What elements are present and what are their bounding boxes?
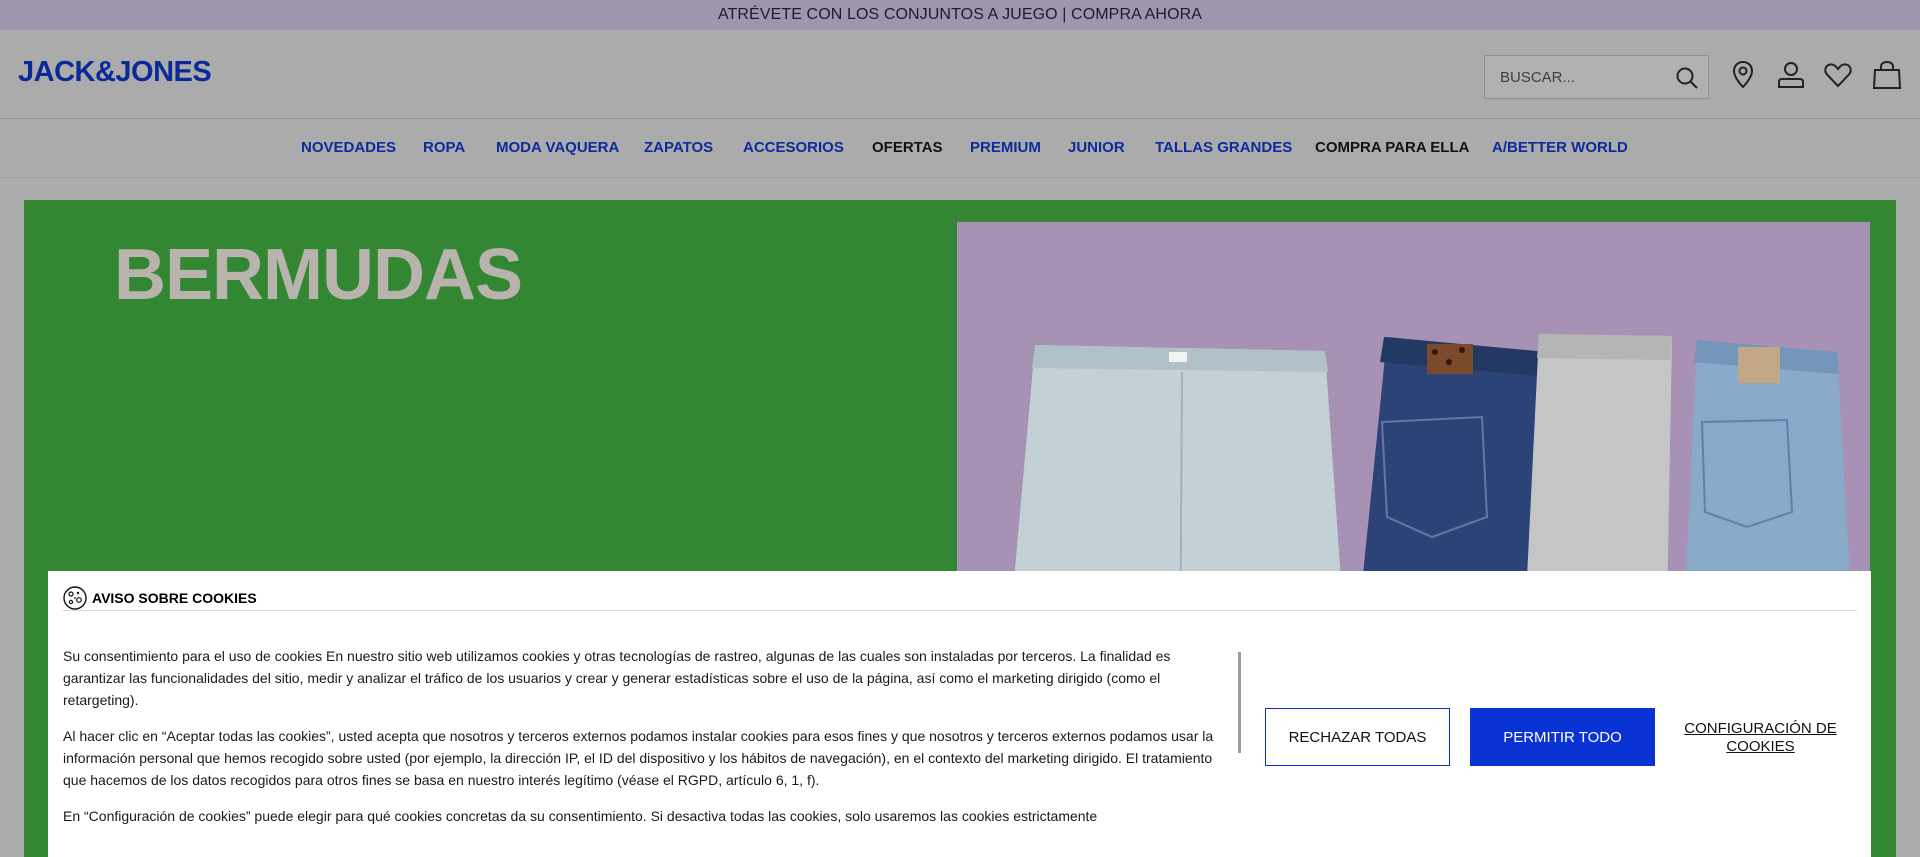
cookie-paragraph: Su consentimiento para el uso de cookies…	[63, 648, 1171, 708]
nav-item-novedades[interactable]: NOVEDADES	[301, 139, 396, 156]
nav-item-compra-para-ella[interactable]: COMPRA PARA ELLA	[1315, 139, 1469, 156]
site-header: JACK&JONES	[0, 30, 1920, 119]
bag-icon[interactable]	[1871, 59, 1903, 91]
search-icon[interactable]	[1674, 65, 1700, 91]
store-locator-icon[interactable]	[1727, 59, 1759, 91]
nav-item-premium[interactable]: PREMIUM	[970, 139, 1041, 156]
brand-logo[interactable]: JACK&JONES	[18, 56, 212, 89]
cookie-notice: AVISO SOBRE COOKIES Su consentimiento pa…	[48, 571, 1871, 857]
promo-banner[interactable]: ATRÉVETE CON LOS CONJUNTOS A JUEGO | COM…	[0, 0, 1920, 30]
nav-item-junior[interactable]: JUNIOR	[1068, 139, 1125, 156]
account-icon[interactable]	[1775, 59, 1807, 91]
cookie-notice-title: AVISO SOBRE COOKIES	[92, 589, 257, 606]
cookie-notice-header: AVISO SOBRE COOKIES	[62, 585, 1857, 611]
cookie-paragraph: En “Configuración de cookies” puede eleg…	[63, 808, 1098, 824]
nav-item-moda-vaquera[interactable]: MODA VAQUERA	[496, 139, 619, 156]
cookie-icon	[63, 585, 87, 610]
wishlist-icon[interactable]	[1822, 59, 1854, 91]
reject-all-button[interactable]: RECHAZAR TODAS	[1265, 708, 1450, 766]
nav-item-tallas-grandes[interactable]: TALLAS GRANDES	[1155, 139, 1292, 156]
main-nav: NOVEDADES ROPA MODA VAQUERA ZAPATOS ACCE…	[0, 120, 1920, 178]
cookie-paragraph: Al hacer clic en “Aceptar todas las cook…	[63, 728, 1214, 788]
nav-item-ropa[interactable]: ROPA	[423, 139, 465, 156]
cookie-settings-link[interactable]: CONFIGURACIÓN DE COOKIES	[1678, 720, 1843, 756]
cookie-text-scrollbar[interactable]	[1238, 652, 1241, 753]
search-box	[1484, 55, 1709, 99]
search-input[interactable]	[1485, 56, 1665, 98]
allow-all-button[interactable]: PERMITIR TODO	[1470, 708, 1655, 766]
nav-item-accesorios[interactable]: ACCESORIOS	[743, 139, 844, 156]
promo-text[interactable]: ATRÉVETE CON LOS CONJUNTOS A JUEGO | COM…	[718, 6, 1202, 24]
nav-item-better-world[interactable]: A/BETTER WORLD	[1492, 139, 1628, 156]
cookie-notice-body: Su consentimiento para el uso de cookies…	[63, 645, 1233, 841]
nav-item-ofertas[interactable]: OFERTAS	[872, 139, 943, 156]
hero-title: BERMUDAS	[114, 235, 523, 315]
nav-item-zapatos[interactable]: ZAPATOS	[644, 139, 713, 156]
